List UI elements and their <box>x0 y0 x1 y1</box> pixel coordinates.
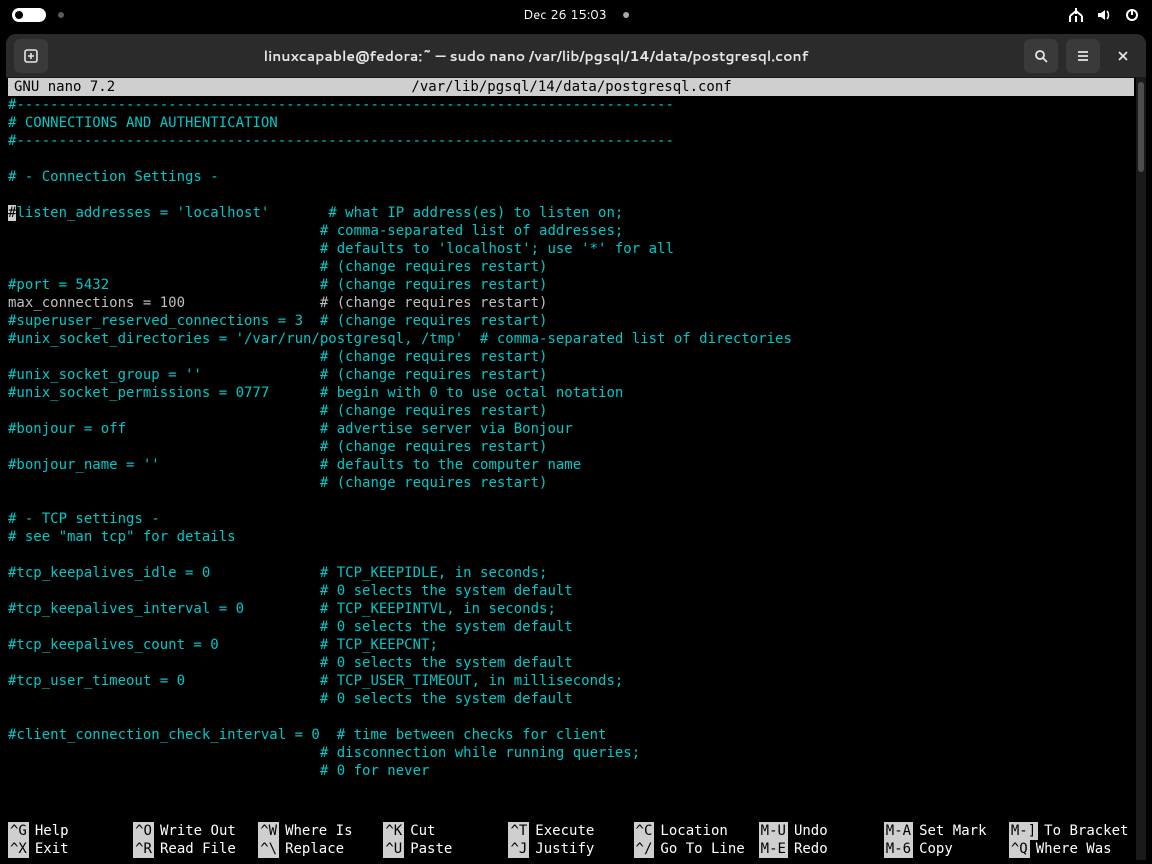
workspace-dot-icon <box>58 12 64 18</box>
terminal-window: linuxcapable@fedora:~ — sudo nano /var/l… <box>6 34 1146 860</box>
shortcut-label: Read File <box>154 840 236 858</box>
shortcut-label: Paste <box>404 840 452 858</box>
search-button[interactable] <box>1024 39 1058 73</box>
shortcut-key: ^\ <box>258 840 279 858</box>
window-titlebar: linuxcapable@fedora:~ — sudo nano /var/l… <box>6 34 1146 78</box>
shortcut-key: ^G <box>8 822 29 840</box>
shortcut-item: ^OWrite Out <box>133 822 258 840</box>
shortcut-label: Exit <box>29 840 69 858</box>
shortcut-key: ^T <box>508 822 529 840</box>
shortcut-key: ^W <box>258 822 279 840</box>
network-icon[interactable] <box>1068 7 1084 23</box>
shortcut-label: Set Mark <box>913 822 986 840</box>
clock-text[interactable]: Dec 26 15:03 <box>523 6 607 24</box>
shortcut-key: ^C <box>634 822 655 840</box>
gnome-topbar: Dec 26 15:03 <box>0 0 1152 30</box>
shortcut-label: Help <box>29 822 69 840</box>
activities-pill[interactable] <box>12 8 46 22</box>
shortcut-label: Where Was <box>1030 840 1112 858</box>
shortcut-item: ^XExit <box>8 840 133 858</box>
shortcut-item: ^QWhere Was <box>1009 840 1134 858</box>
shortcut-item: M-ERedo <box>759 840 884 858</box>
volume-icon[interactable] <box>1096 7 1112 23</box>
shortcut-key: M-] <box>1009 822 1038 840</box>
shortcut-item: M-6Copy <box>884 840 1009 858</box>
shortcut-label: Cut <box>404 822 435 840</box>
notification-dot-icon <box>623 12 629 18</box>
shortcut-key: M-E <box>759 840 788 858</box>
terminal-content[interactable]: GNU nano 7.2 /var/lib/pgsql/14/data/post… <box>6 78 1136 860</box>
shortcut-label: Undo <box>788 822 828 840</box>
shortcut-key: ^/ <box>634 840 655 858</box>
shortcut-key: ^R <box>133 840 154 858</box>
shortcut-item: ^KCut <box>383 822 508 840</box>
shortcut-item: M-UUndo <box>759 822 884 840</box>
shortcut-item: ^\Replace <box>258 840 383 858</box>
nano-file-path: /var/lib/pgsql/14/data/postgresql.conf <box>411 78 731 96</box>
shortcut-key: M-6 <box>884 840 913 858</box>
shortcut-item: ^WWhere Is <box>258 822 383 840</box>
menu-button[interactable] <box>1066 39 1100 73</box>
shortcut-item: ^CLocation <box>634 822 759 840</box>
shortcut-key: ^K <box>383 822 404 840</box>
shortcut-key: M-U <box>759 822 788 840</box>
shortcut-key: ^X <box>8 840 29 858</box>
nano-header: GNU nano 7.2 /var/lib/pgsql/14/data/post… <box>8 78 1134 96</box>
nano-version: GNU nano 7.2 <box>14 78 115 96</box>
shortcut-item: ^JJustify <box>508 840 633 858</box>
shortcut-key: ^O <box>133 822 154 840</box>
shortcut-label: Where Is <box>279 822 352 840</box>
shortcut-label: To Bracket <box>1038 822 1128 840</box>
shortcut-item: ^UPaste <box>383 840 508 858</box>
shortcut-key: M-A <box>884 822 913 840</box>
shortcut-label: Write Out <box>154 822 236 840</box>
shortcut-key: ^Q <box>1009 840 1030 858</box>
scrollbar-thumb[interactable] <box>1138 82 1144 172</box>
scrollbar[interactable] <box>1136 78 1146 860</box>
shortcut-item: ^TExecute <box>508 822 633 840</box>
shortcut-item: M-]To Bracket <box>1009 822 1134 840</box>
shortcut-label: Redo <box>788 840 828 858</box>
shortcut-label: Execute <box>529 822 594 840</box>
shortcut-label: Location <box>654 822 727 840</box>
shortcut-label: Replace <box>279 840 344 858</box>
close-button[interactable] <box>1108 39 1138 73</box>
window-title: linuxcapable@fedora:~ — sudo nano /var/l… <box>56 46 1016 66</box>
shortcut-item: ^GHelp <box>8 822 133 840</box>
shortcut-label: Go To Line <box>654 840 744 858</box>
shortcut-item: M-ASet Mark <box>884 822 1009 840</box>
new-tab-button[interactable] <box>14 39 48 73</box>
nano-shortcuts: ^GHelp^OWrite Out^WWhere Is^KCut^TExecut… <box>6 822 1136 860</box>
power-icon[interactable] <box>1124 7 1140 23</box>
shortcut-label: Copy <box>913 840 953 858</box>
shortcut-key: ^J <box>508 840 529 858</box>
editor-content[interactable]: #---------------------------------------… <box>8 96 1134 780</box>
shortcut-key: ^U <box>383 840 404 858</box>
shortcut-item: ^/Go To Line <box>634 840 759 858</box>
shortcut-item: ^RRead File <box>133 840 258 858</box>
shortcut-label: Justify <box>529 840 594 858</box>
